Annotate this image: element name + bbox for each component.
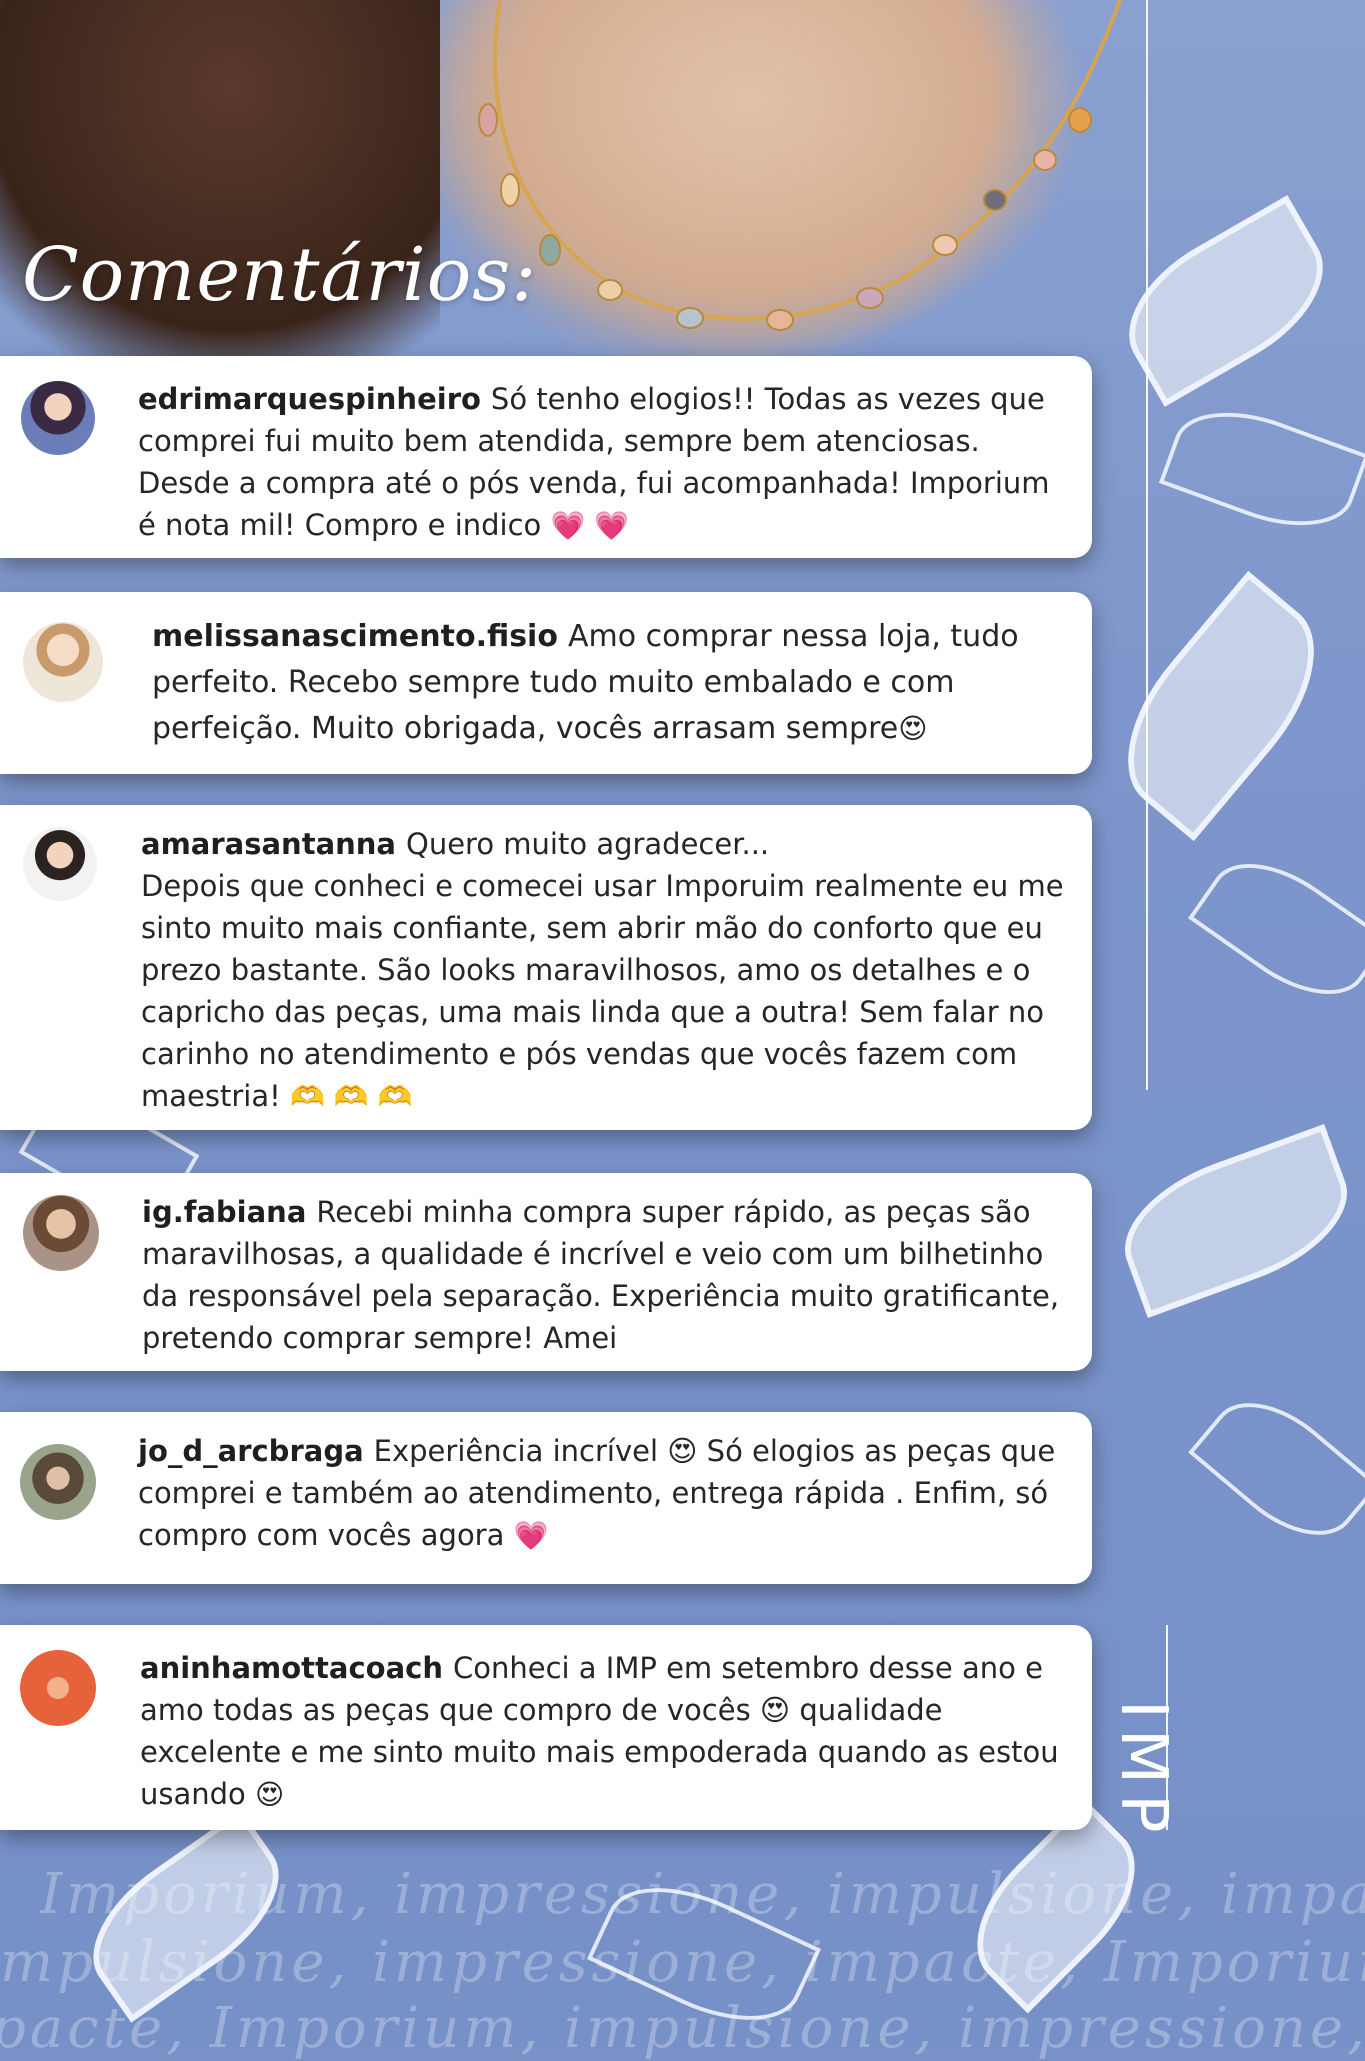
floral-leaf — [1187, 837, 1365, 1021]
user-avatar-icon — [23, 1195, 99, 1271]
pink-heart-emoji: 💗 💗 — [550, 509, 630, 542]
comment-card: melissanascimento.fisio Amo comprar nessa… — [0, 592, 1092, 774]
comment-username[interactable]: melissanascimento.fisio — [152, 619, 558, 654]
decorative-vertical-line — [1146, 0, 1148, 1090]
watermark-text: Imporium, impressione, impulsione, impac… — [40, 1862, 1365, 1927]
comment-username[interactable]: edrimarquespinheiro — [138, 382, 481, 416]
watermark-text: pacte, Imporium, impulsione, impressione… — [0, 1996, 1365, 2061]
brand-logo: IMP — [1106, 1700, 1180, 1843]
heart-eyes-emoji: 😍 — [898, 712, 928, 745]
comment-username[interactable]: aninhamottacoach — [140, 1651, 443, 1685]
user-avatar-icon — [21, 381, 95, 455]
heart-eyes-emoji: 😍 — [255, 1778, 285, 1811]
user-avatar-icon — [20, 1650, 96, 1726]
comment-body: Quero muito agradecer... Depois que conh… — [141, 827, 1064, 1113]
floral-leaf — [1188, 1377, 1365, 1561]
floral-leaf — [1092, 570, 1350, 842]
heart-hands-emoji: 🫶 🫶 🫶 — [289, 1080, 413, 1113]
comment-card: aninhamottacoach Conheci a IMP em setembr… — [0, 1625, 1092, 1830]
user-avatar-icon — [20, 1444, 96, 1520]
comment-text: melissanascimento.fisio Amo comprar nessa… — [152, 614, 1019, 752]
comment-text: amarasantanna Quero muito agradecer... De… — [141, 823, 1064, 1118]
pink-heart-emoji: 💗 — [513, 1519, 549, 1552]
comment-card: edrimarquespinheiro Só tenho elogios!! To… — [0, 356, 1092, 558]
page-title: Comentários: — [22, 232, 538, 318]
watermark-text: mpulsione, impressione, impacte, Imporiu… — [0, 1930, 1365, 1995]
comment-card: ig.fabiana Recebi minha compra super rápi… — [0, 1173, 1092, 1371]
floral-leaf — [1106, 1124, 1365, 1318]
comment-username[interactable]: ig.fabiana — [142, 1195, 306, 1229]
model-hair — [0, 0, 440, 400]
comment-text: ig.fabiana Recebi minha compra super rápi… — [142, 1191, 1059, 1359]
comment-text: jo_d_arcbraga Experiência incrível 😍 Só e… — [138, 1430, 1055, 1557]
comment-text: edrimarquespinheiro Só tenho elogios!! To… — [138, 378, 1050, 547]
comment-text: aninhamottacoach Conheci a IMP em setembr… — [140, 1647, 1059, 1816]
comment-username[interactable]: jo_d_arcbraga — [138, 1434, 364, 1468]
user-avatar-icon — [23, 622, 103, 702]
necklace-illustration — [478, 0, 1122, 331]
user-avatar-icon — [23, 827, 97, 901]
comment-username[interactable]: amarasantanna — [141, 827, 396, 861]
comment-card: amarasantanna Quero muito agradecer... De… — [0, 805, 1092, 1130]
comment-card: jo_d_arcbraga Experiência incrível 😍 Só e… — [0, 1412, 1092, 1584]
